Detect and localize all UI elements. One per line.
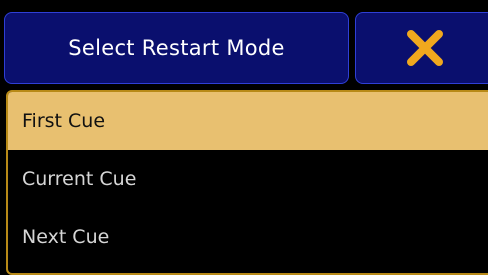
option-current-cue[interactable]: Current Cue [8, 150, 488, 208]
option-label: Next Cue [22, 226, 110, 248]
dialog-title-bar: Select Restart Mode [4, 12, 349, 84]
dialog-title: Select Restart Mode [68, 36, 285, 60]
close-button[interactable] [355, 12, 488, 84]
option-next-cue[interactable]: Next Cue [8, 208, 488, 266]
restart-mode-list: First Cue Current Cue Next Cue [6, 90, 488, 275]
option-label: Current Cue [22, 168, 137, 190]
option-first-cue[interactable]: First Cue [8, 92, 488, 150]
option-label: First Cue [22, 110, 106, 132]
close-x-icon [407, 30, 443, 66]
